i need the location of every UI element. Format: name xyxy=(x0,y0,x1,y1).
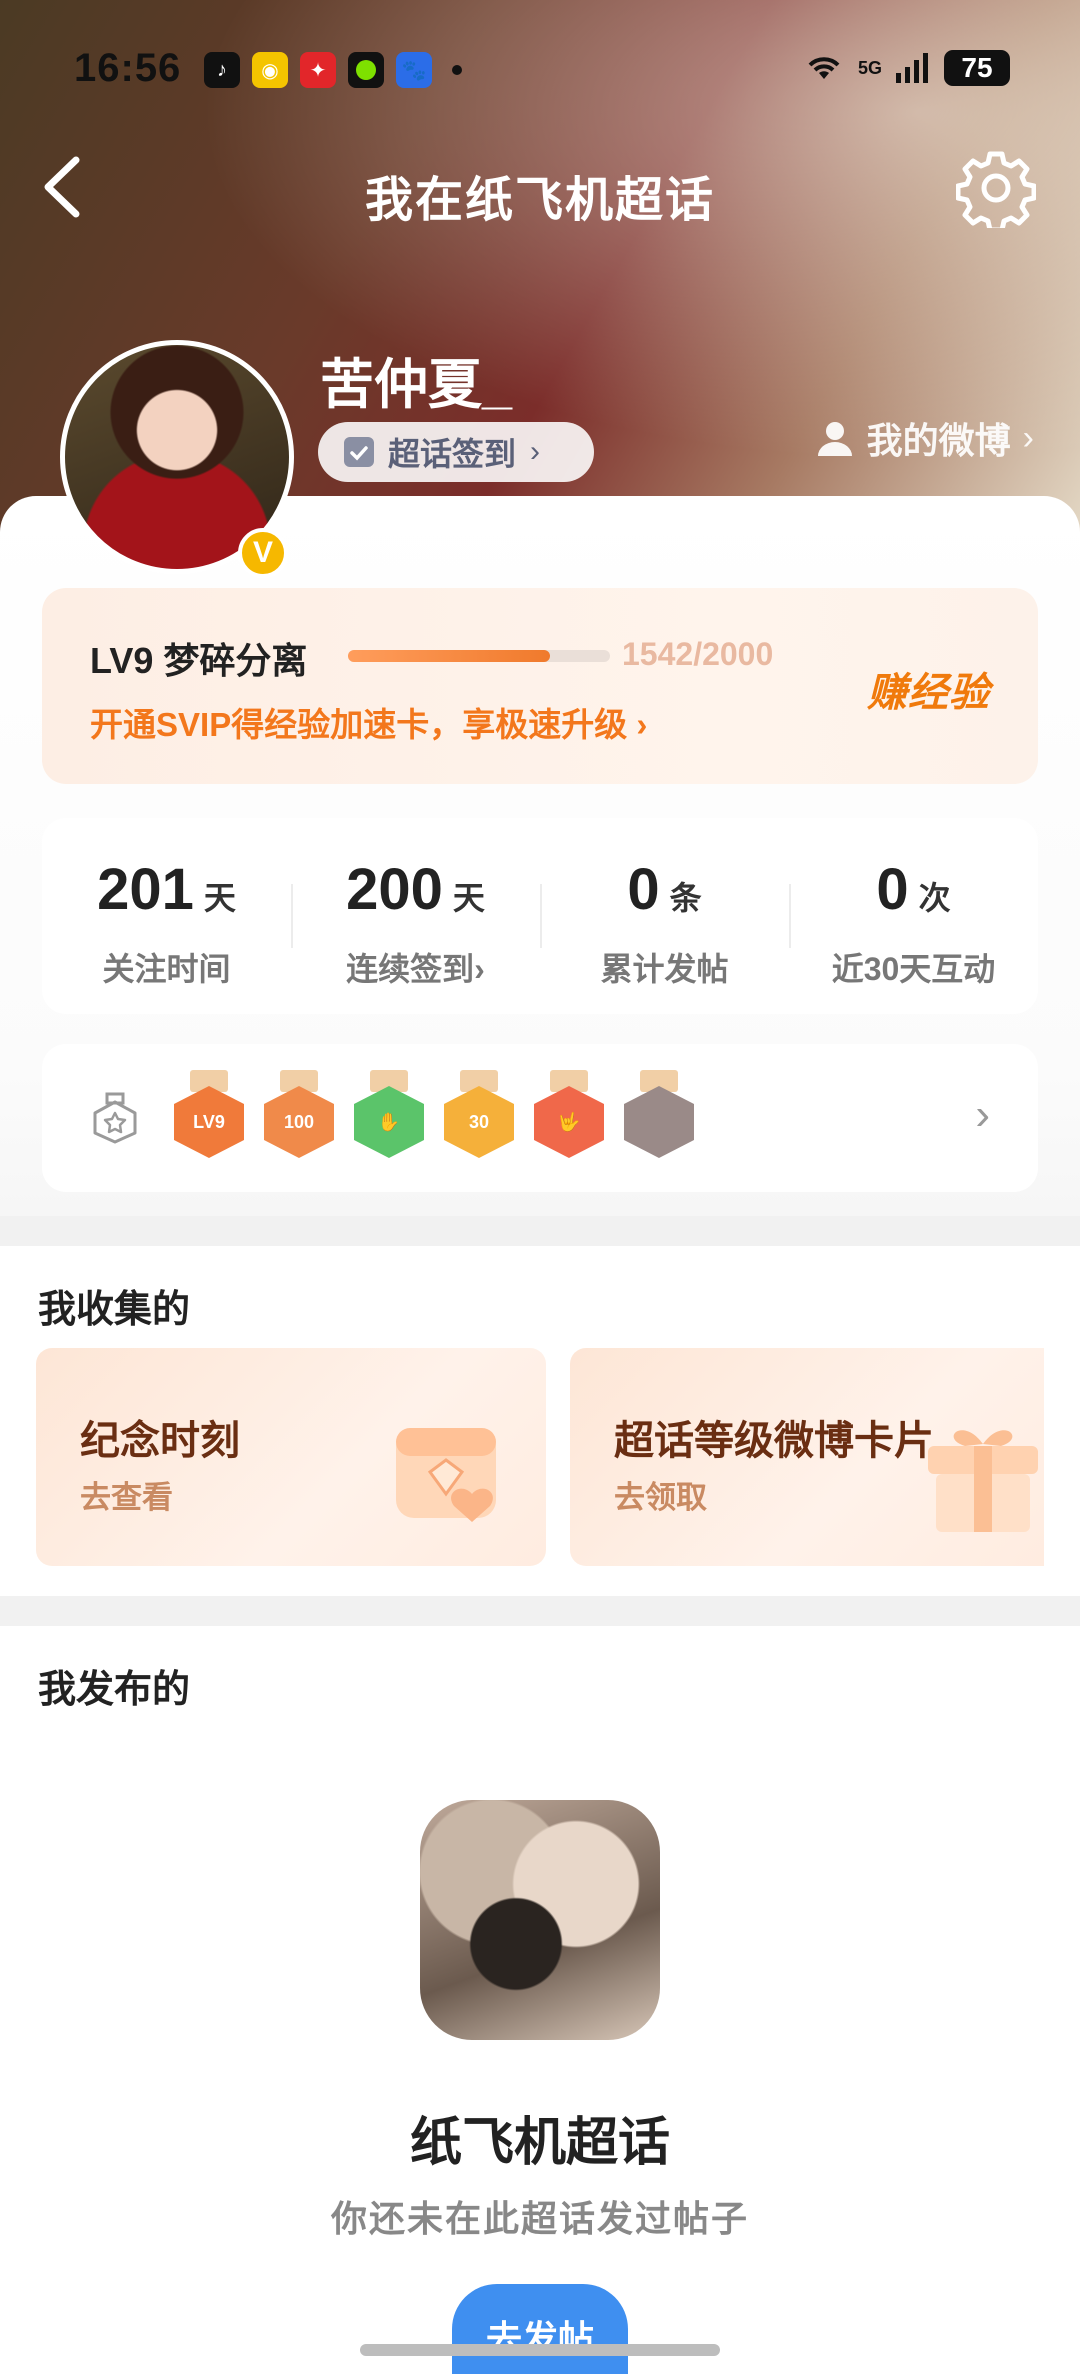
user-avatar[interactable]: V xyxy=(60,340,294,578)
svip-promo-text: 开通SVIP得经验加速卡，享极速升级 xyxy=(90,706,628,743)
stats-card: 201 天 关注时间 200 天 连续签到› 0条 累计发帖 0次 近30天互动 xyxy=(42,818,1038,1014)
chevron-right-icon: › xyxy=(636,706,648,743)
stat-follow-days: 201 天 关注时间 xyxy=(42,818,291,1014)
profile-main-panel: LV9 梦碎分离 1542/2000 开通SVIP得经验加速卡，享极速升级 › … xyxy=(0,496,1080,1216)
level-card-collection-card[interactable]: 超话等级微博卡片 去领取 xyxy=(570,1348,1044,1566)
stat-number: 0 xyxy=(876,857,909,922)
stat-label: 连续签到 xyxy=(346,951,475,987)
level-score: 1542/2000 xyxy=(622,636,774,672)
stat-unit: 次 xyxy=(918,880,951,916)
stat-label-with-chevron: 连续签到› xyxy=(291,944,540,990)
commemorative-moments-card[interactable]: 纪念时刻 去查看 xyxy=(36,1348,546,1566)
stat-checkin-streak[interactable]: 200 天 连续签到› xyxy=(291,818,540,1014)
card-action: 去领取 xyxy=(614,1480,707,1515)
my-weibo-label: 我的微博 xyxy=(866,420,1011,461)
stat-number: 201 xyxy=(97,857,194,922)
badge-medal: ✋ xyxy=(354,1070,424,1166)
medal-face: ✋ xyxy=(354,1086,424,1158)
chevron-right-icon: › xyxy=(1022,418,1034,457)
section-divider xyxy=(0,1216,1080,1246)
weibo-icon: ◉ xyxy=(252,52,288,88)
medal-face: LV9 xyxy=(174,1086,244,1158)
badge-medal: 100 xyxy=(264,1070,334,1166)
medal-outline-icon xyxy=(93,1092,137,1144)
published-title: 我发布的 xyxy=(38,1669,191,1711)
more-notifications-dot xyxy=(452,65,462,75)
collections-title: 我收集的 xyxy=(38,1289,191,1331)
gift-box-icon xyxy=(928,1430,1038,1532)
verified-badge: V xyxy=(238,528,288,578)
topic-cover-image xyxy=(420,1800,660,2040)
stat-number: 200 xyxy=(346,857,443,922)
settings-gear-icon[interactable] xyxy=(956,148,1036,228)
badge-wall[interactable]: LV9 100 ✋ 30 🤟 › xyxy=(42,1044,1038,1192)
topic-name: 纸飞机超话 xyxy=(409,2114,670,2172)
calendar-check-icon xyxy=(344,437,374,467)
top-navigation: 我在纸飞机超话 xyxy=(0,140,1080,240)
stat-unit: 天 xyxy=(203,880,236,916)
badge-medal: 🤟 xyxy=(534,1070,604,1166)
stat-interactions: 0次 近30天互动 xyxy=(789,818,1038,1014)
stat-label: 近30天互动 xyxy=(831,951,996,987)
badge-medal: LV9 xyxy=(174,1070,244,1166)
stat-total-posts: 0条 累计发帖 xyxy=(540,818,789,1014)
status-time: 16:56 xyxy=(74,46,182,90)
calendar-heart-icon xyxy=(396,1428,496,1522)
chevron-right-icon: › xyxy=(530,435,541,468)
home-indicator[interactable] xyxy=(360,2344,720,2356)
level-name: LV9 梦碎分离 xyxy=(90,640,308,681)
tiktok-icon: ♪ xyxy=(204,52,240,88)
level-progress-fill xyxy=(348,650,550,662)
section-divider xyxy=(0,1596,1080,1626)
stat-unit: 条 xyxy=(669,880,702,916)
card-title: 超话等级微博卡片 xyxy=(614,1419,934,1463)
badge-list: LV9 100 ✋ 30 🤟 xyxy=(174,1070,694,1166)
medal-face: 100 xyxy=(264,1086,334,1158)
lottery-icon: ✦ xyxy=(300,52,336,88)
chevron-right-icon[interactable]: › xyxy=(975,1090,990,1140)
baidu-icon: 🐾 xyxy=(396,52,432,88)
username: 苦仲夏_ xyxy=(320,355,513,415)
stat-label: 关注时间 xyxy=(102,951,231,987)
earn-exp-button[interactable]: 赚经验 xyxy=(867,660,990,718)
network-type: 5G xyxy=(857,57,882,78)
level-progress-bar xyxy=(348,650,610,662)
card-title: 纪念时刻 xyxy=(80,1419,240,1463)
badge-medal xyxy=(624,1070,694,1166)
level-card[interactable]: LV9 梦碎分离 1542/2000 开通SVIP得经验加速卡，享极速升级 › … xyxy=(42,588,1038,784)
battery-indicator: 75 xyxy=(944,50,1010,86)
medal-face: 🤟 xyxy=(534,1086,604,1158)
signal-icon xyxy=(896,53,928,83)
checkin-label: 超话签到 xyxy=(388,436,517,472)
stat-number: 0 xyxy=(627,857,660,922)
card-action: 去查看 xyxy=(80,1480,173,1515)
badge-medal: 30 xyxy=(444,1070,514,1166)
wifi-icon xyxy=(808,57,840,79)
stat-label: 累计发帖 xyxy=(600,951,729,987)
chevron-right-icon: › xyxy=(474,951,485,987)
green-dot-app-icon xyxy=(348,52,384,88)
notification-app-icons: ♪ ◉ ✦ 🐾 xyxy=(204,52,462,88)
status-indicators: 5G 75 xyxy=(804,50,1010,86)
checkin-button[interactable]: 超话签到 › xyxy=(318,422,594,482)
empty-posts-hint: 你还未在此超话发过帖子 xyxy=(330,2198,749,2239)
medal-face: 30 xyxy=(444,1086,514,1158)
medal-face xyxy=(624,1086,694,1158)
svip-promo-link[interactable]: 开通SVIP得经验加速卡，享极速升级 › xyxy=(90,698,647,746)
my-weibo-link[interactable]: 我的微博 › xyxy=(815,412,1034,464)
create-post-button[interactable]: 去发帖 xyxy=(452,2284,628,2374)
stat-unit: 天 xyxy=(452,880,485,916)
page-title: 我在纸飞机超话 xyxy=(364,174,715,227)
status-bar: 16:56 ♪ ◉ ✦ 🐾 5G 75 xyxy=(0,40,1080,104)
user-icon xyxy=(817,422,852,456)
